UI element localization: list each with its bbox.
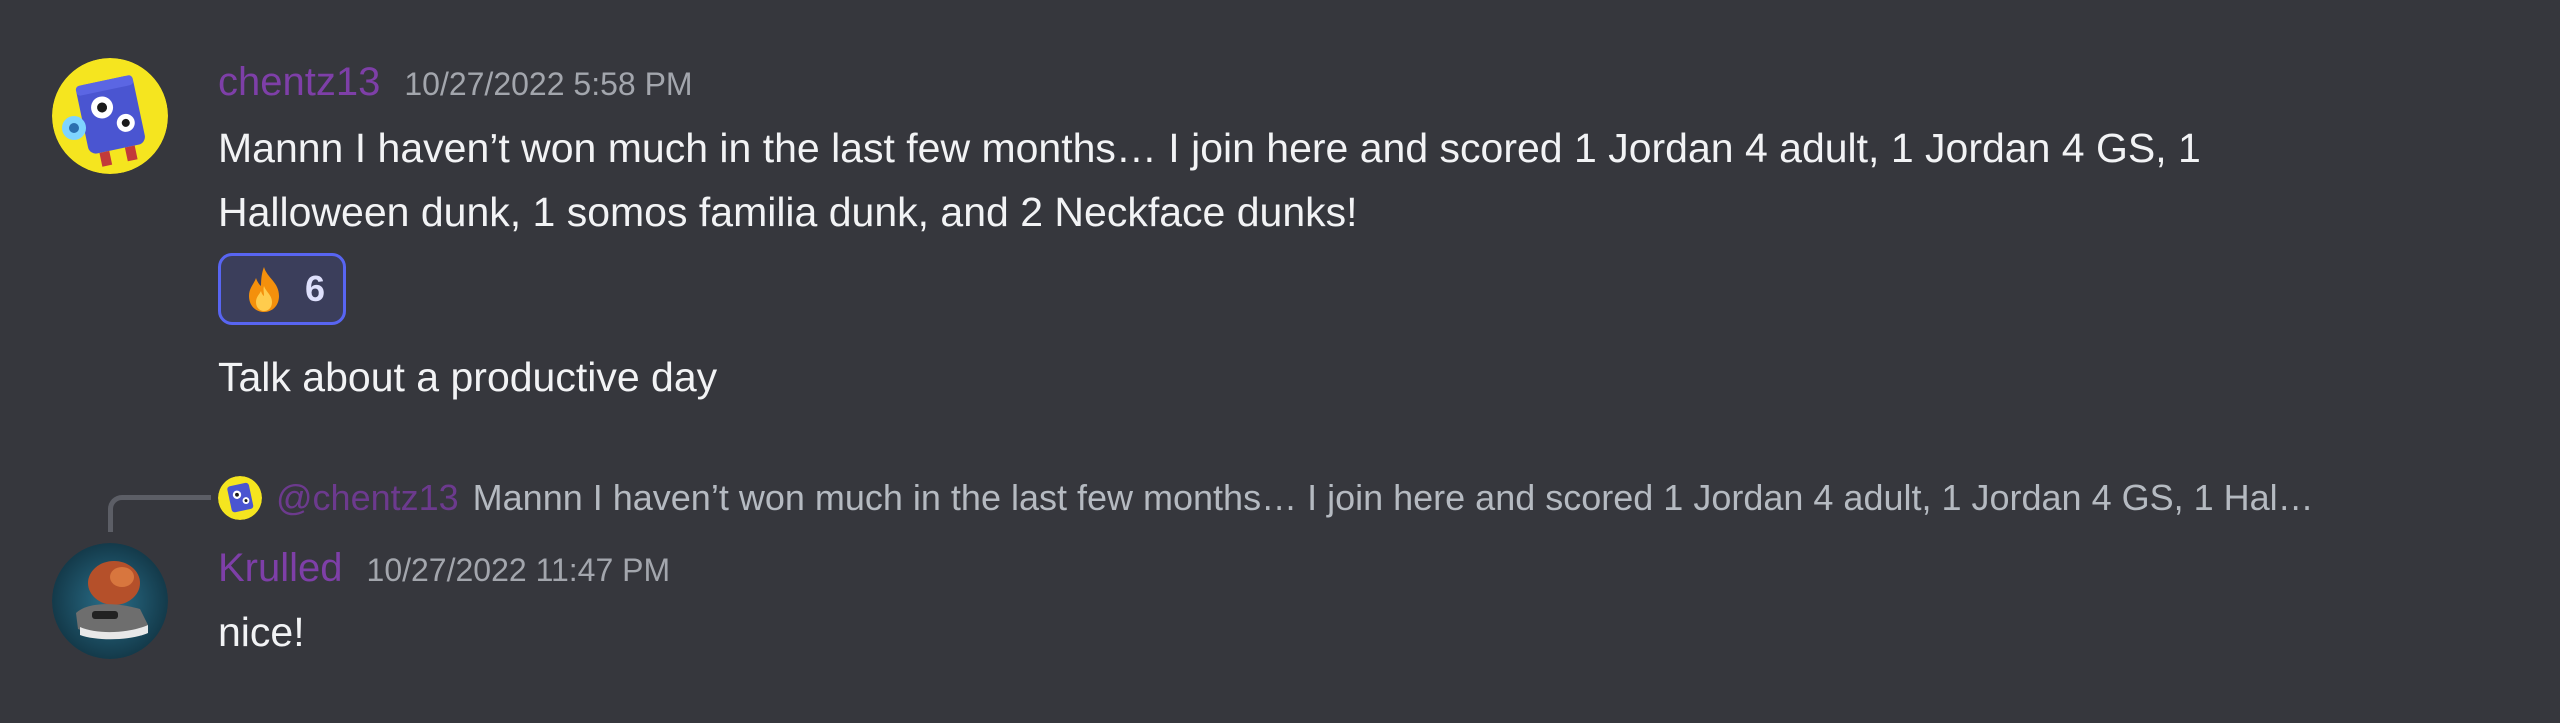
- sneaker-avatar-icon: [52, 543, 168, 659]
- reaction-count: 6: [304, 268, 326, 309]
- username[interactable]: Krulled: [218, 546, 343, 591]
- avatar[interactable]: [52, 543, 168, 659]
- message-text: nice!: [218, 609, 305, 655]
- message-line: Mannn I haven’t won much in the last few…: [218, 125, 2201, 171]
- message-line: Halloween dunk, 1 somos familia dunk, an…: [218, 189, 1358, 235]
- reply-avatar: [218, 476, 262, 520]
- timestamp[interactable]: 10/27/2022 11:47 PM: [367, 552, 671, 589]
- fire-icon: [248, 267, 279, 312]
- robot-avatar-icon: [218, 476, 262, 520]
- username[interactable]: chentz13: [218, 60, 380, 105]
- reply-username[interactable]: @chentz13: [276, 477, 459, 519]
- reply-preview[interactable]: @chentz13 Mannn I haven’t won much in th…: [218, 472, 2314, 524]
- timestamp[interactable]: 10/27/2022 5:58 PM: [404, 66, 692, 103]
- reply-text[interactable]: Mannn I haven’t won much in the last few…: [473, 477, 2314, 519]
- reply-connector: [108, 495, 211, 532]
- message-text: Mannn I haven’t won much in the last few…: [218, 116, 2201, 244]
- reaction-fire[interactable]: 6: [218, 253, 346, 325]
- robot-avatar-icon: [52, 58, 168, 174]
- chat-log: chentz13 10/27/2022 5:58 PM Mannn I have…: [0, 0, 2560, 723]
- message-text: Talk about a productive day: [218, 354, 718, 400]
- avatar[interactable]: [52, 58, 168, 174]
